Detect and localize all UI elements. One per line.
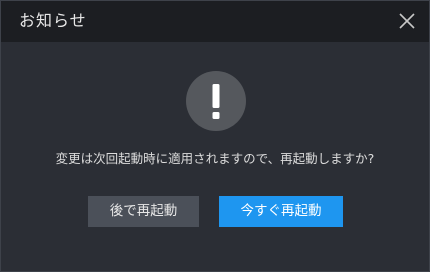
restart-later-button[interactable]: 後で再起動 <box>88 196 199 227</box>
close-icon <box>399 13 415 29</box>
exclamation-icon <box>186 71 246 131</box>
notice-dialog: お知らせ 変更は次回起動時に適用されますので、再起動しますか? 後で再起動 今す… <box>0 0 430 272</box>
dialog-message: 変更は次回起動時に適用されますので、再起動しますか? <box>55 151 375 166</box>
dialog-title: お知らせ <box>19 11 87 30</box>
restart-now-button[interactable]: 今すぐ再起動 <box>219 196 343 227</box>
dialog-title-bar: お知らせ <box>1 1 429 42</box>
close-button[interactable] <box>397 11 417 31</box>
